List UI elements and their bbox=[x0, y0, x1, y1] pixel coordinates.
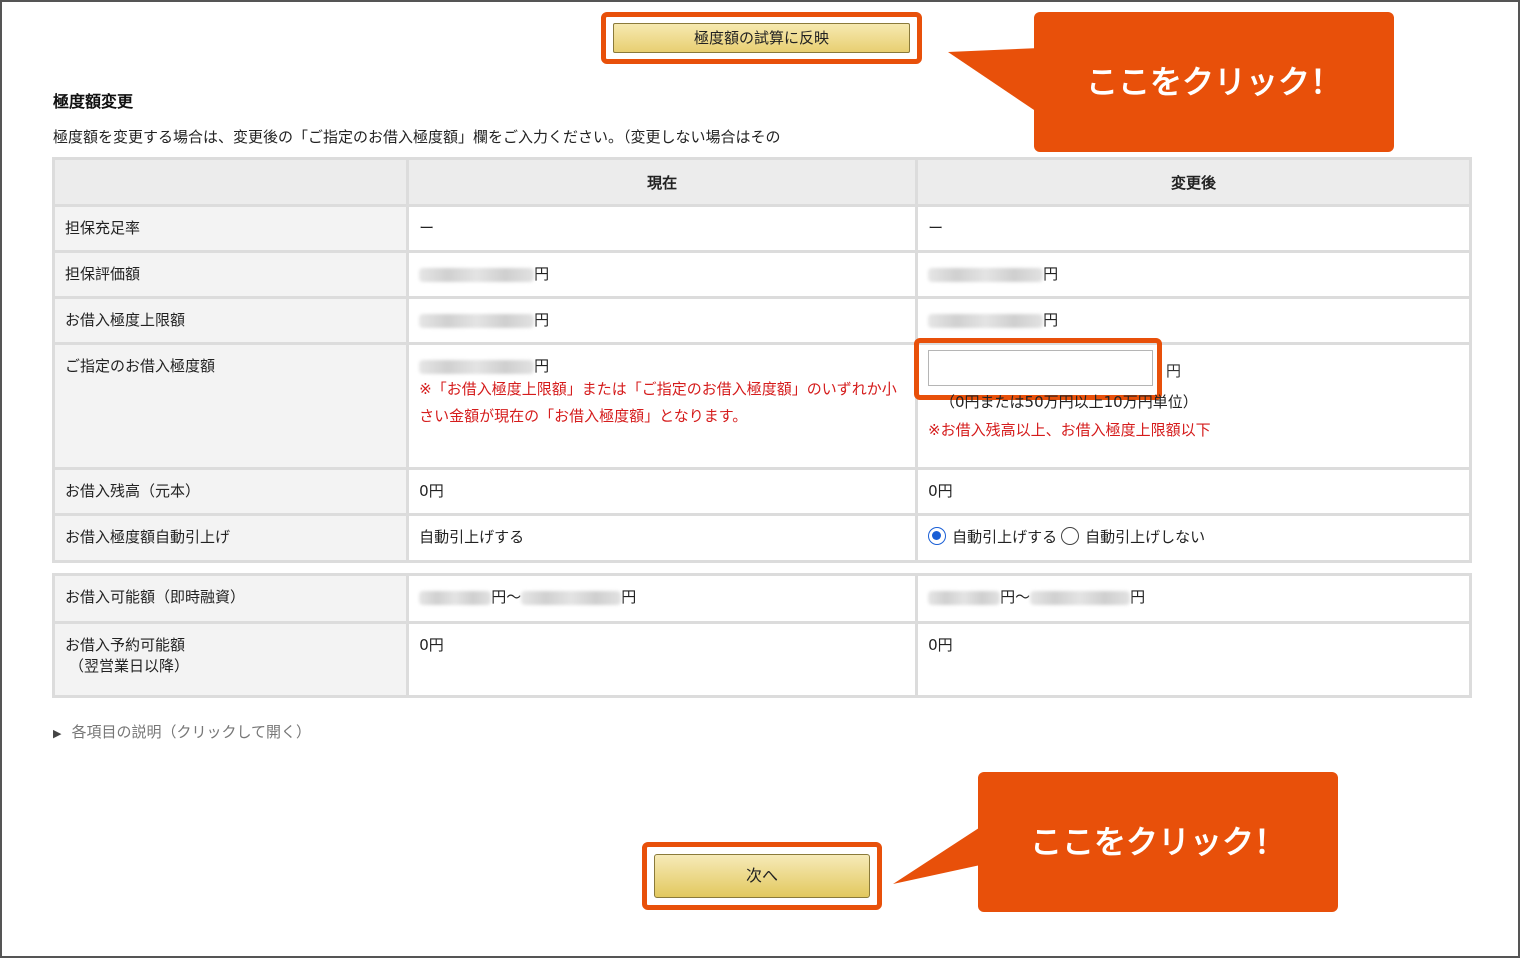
table-row: お借入可能額（即時融資） 円～円 円～円 bbox=[51, 573, 1472, 624]
current-upper-limit: 円 bbox=[406, 296, 919, 345]
limit-change-table: 現在 変更後 担保充足率 ー ー 担保評価額 円 円 お借入極度上限額 円 円 … bbox=[51, 157, 1472, 563]
callout-tail-bottom bbox=[893, 824, 985, 884]
row-label-collateral-value: 担保評価額 bbox=[51, 250, 410, 299]
current-designated-limit: 円 ※「お借入極度上限額」または「ご指定のお借入極度額」のいずれか小さい金額が現… bbox=[406, 342, 919, 470]
input-hint: （0円または50万円以上10万円単位） bbox=[940, 393, 1198, 411]
table-header-after: 変更後 bbox=[915, 157, 1472, 207]
row-label-designated-limit: ご指定のお借入極度額 bbox=[51, 342, 410, 470]
current-auto-raise: 自動引上げする bbox=[406, 513, 919, 563]
table-header-empty bbox=[51, 157, 410, 207]
blurred-amount bbox=[1030, 590, 1131, 605]
designated-limit-input[interactable] bbox=[928, 350, 1153, 386]
blurred-amount bbox=[419, 313, 535, 328]
table-row: お借入極度上限額 円 円 bbox=[51, 296, 1472, 345]
row-label-balance: お借入残高（元本） bbox=[51, 467, 410, 516]
blurred-amount bbox=[419, 359, 535, 374]
input-yen-unit: 円 bbox=[1166, 362, 1182, 380]
availability-table: お借入可能額（即時融資） 円～円 円～円 お借入予約可能額 （翌営業日以降） 0… bbox=[51, 573, 1472, 698]
callout-tail-top bbox=[948, 48, 1040, 114]
row-label-upper-limit: お借入極度上限額 bbox=[51, 296, 410, 345]
after-collateral-value: 円 bbox=[915, 250, 1472, 299]
row-label-reserve: お借入予約可能額 （翌営業日以降） bbox=[51, 621, 410, 698]
section-title: 極度額変更 bbox=[53, 92, 134, 111]
after-upper-limit: 円 bbox=[915, 296, 1472, 345]
current-collateral-ratio: ー bbox=[406, 204, 919, 253]
auto-raise-yes-label[interactable]: 自動引上げする bbox=[952, 528, 1057, 546]
blurred-amount bbox=[521, 590, 622, 605]
table-row: 担保充足率 ー ー bbox=[51, 204, 1472, 253]
triangle-right-icon: ▶ bbox=[53, 727, 62, 740]
click-here-callout-top: ここをクリック！ bbox=[1034, 12, 1394, 152]
current-collateral-value: 円 bbox=[406, 250, 919, 299]
current-balance: 0円 bbox=[406, 467, 919, 516]
table-header-current: 現在 bbox=[406, 157, 919, 207]
current-available: 円～円 bbox=[406, 573, 919, 624]
after-collateral-ratio: ー bbox=[915, 204, 1472, 253]
blurred-amount bbox=[928, 313, 1044, 328]
table-row: ご指定のお借入極度額 円 ※「お借入極度上限額」または「ご指定のお借入極度額」の… bbox=[51, 342, 1472, 470]
input-constraint-note: ※お借入残高以上、お借入極度上限額以下 bbox=[928, 421, 1211, 439]
auto-raise-yes-radio[interactable] bbox=[928, 527, 947, 545]
table-row: お借入極度額自動引上げ 自動引上げする 自動引上げする 自動引上げしない bbox=[51, 513, 1472, 563]
after-balance: 0円 bbox=[915, 467, 1472, 516]
item-explanation-toggle[interactable]: ▶ 各項目の説明（クリックして開く） bbox=[53, 721, 311, 742]
current-reserve: 0円 bbox=[406, 621, 919, 698]
click-here-callout-bottom: ここをクリック！ bbox=[978, 772, 1338, 912]
designated-limit-note: ※「お借入極度上限額」または「ご指定のお借入極度額」のいずれか小さい金額が現在の… bbox=[419, 380, 897, 425]
table-row: お借入予約可能額 （翌営業日以降） 0円 0円 bbox=[51, 621, 1472, 698]
table-row: お借入残高（元本） 0円 0円 bbox=[51, 467, 1472, 516]
after-available: 円～円 bbox=[915, 573, 1472, 624]
blurred-amount bbox=[419, 267, 535, 282]
blurred-amount bbox=[928, 267, 1044, 282]
table-row: 担保評価額 円 円 bbox=[51, 250, 1472, 299]
row-label-available: お借入可能額（即時融資） bbox=[51, 573, 410, 624]
next-button[interactable]: 次へ bbox=[654, 854, 870, 898]
section-description: 極度額を変更する場合は、変更後の「ご指定のお借入極度額」欄をご入力ください。（変… bbox=[53, 128, 781, 146]
row-label-collateral-ratio: 担保充足率 bbox=[51, 204, 410, 253]
blurred-amount bbox=[928, 590, 1001, 605]
reflect-to-estimate-button[interactable]: 極度額の試算に反映 bbox=[613, 23, 910, 53]
after-reserve: 0円 bbox=[915, 621, 1472, 698]
row-label-auto-raise: お借入極度額自動引上げ bbox=[51, 513, 410, 563]
after-auto-raise: 自動引上げする 自動引上げしない bbox=[915, 513, 1472, 563]
auto-raise-no-label[interactable]: 自動引上げしない bbox=[1085, 528, 1205, 546]
auto-raise-no-radio[interactable] bbox=[1061, 527, 1080, 545]
blurred-amount bbox=[419, 590, 492, 605]
